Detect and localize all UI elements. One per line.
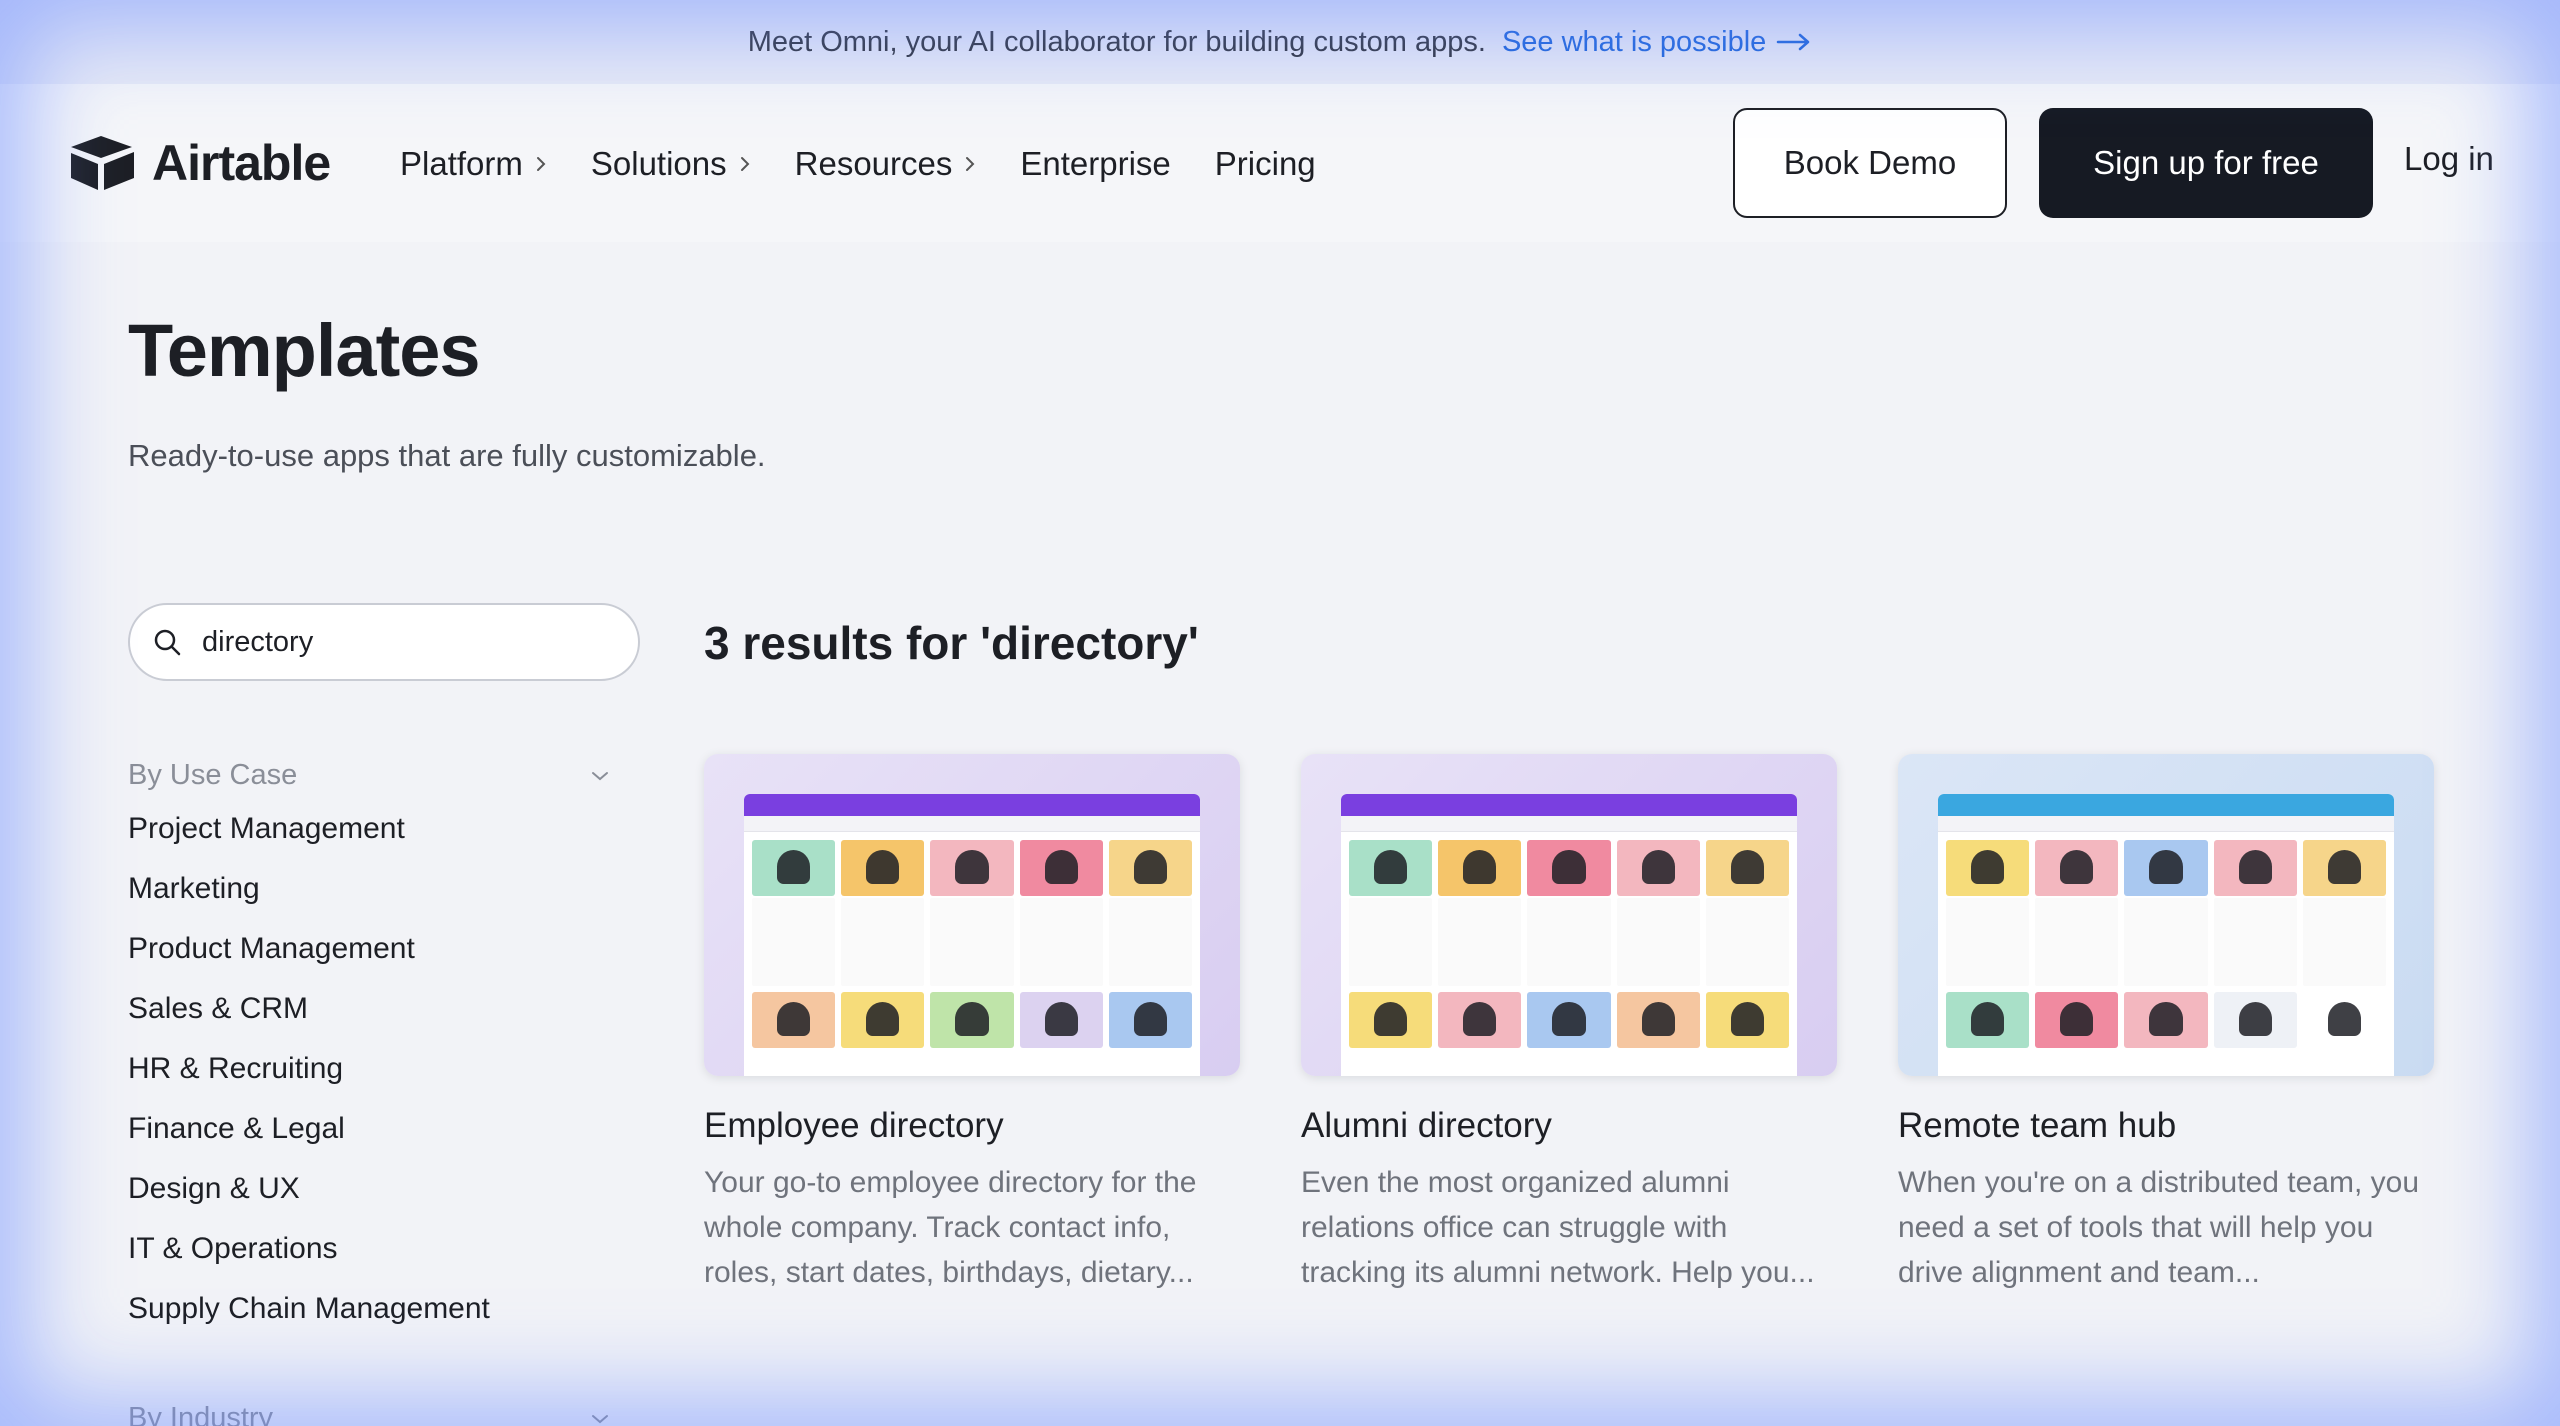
template-thumbnail xyxy=(1301,754,1837,1076)
template-description: When you're on a distributed team, you n… xyxy=(1898,1166,2420,1289)
search-icon xyxy=(154,629,181,656)
banner-link-label: See what is possible xyxy=(1501,25,1767,58)
template-description: Even the most organized alumni relations… xyxy=(1301,1166,1815,1289)
menu-item-resources[interactable]: Resources xyxy=(795,140,977,188)
menu-item-label: Solutions xyxy=(590,145,727,182)
chevron-down-icon xyxy=(592,771,608,780)
use-case-heading: By Use Case xyxy=(128,759,298,791)
banner-link[interactable]: See what is possible xyxy=(1502,26,1812,59)
menu-item-label: Enterprise xyxy=(1020,145,1171,182)
template-search xyxy=(128,603,640,681)
use-case-filter-header[interactable]: By Use Case xyxy=(128,759,610,792)
chevron-down-icon xyxy=(592,1414,608,1423)
use-case-supply-chain[interactable]: Supply Chain Management xyxy=(128,1290,490,1350)
page-subtitle: Ready-to-use apps that are fully customi… xyxy=(128,438,766,473)
announcement-banner: Meet Omni, your AI collaborator for buil… xyxy=(0,0,2560,84)
results-heading: 3 results for 'directory' xyxy=(704,617,1199,669)
template-name: Remote team hub xyxy=(1898,1106,2177,1145)
menu-item-enterprise[interactable]: Enterprise xyxy=(1020,140,1170,188)
menu-item-pricing[interactable]: Pricing xyxy=(1215,140,1316,188)
menu-item-label: Resources xyxy=(794,145,953,182)
sign-up-button[interactable]: Sign up for free xyxy=(2039,108,2373,218)
use-case-list: Project Management Marketing Product Man… xyxy=(128,810,490,1350)
arrow-right-icon xyxy=(1777,33,1810,51)
chevron-right-icon xyxy=(740,157,750,171)
template-name: Alumni directory xyxy=(1301,1106,1552,1145)
menu-item-solutions[interactable]: Solutions xyxy=(591,140,751,188)
page-title: Templates xyxy=(128,309,481,392)
use-case-product-management[interactable]: Product Management xyxy=(128,930,490,990)
use-case-project-management[interactable]: Project Management xyxy=(128,810,490,870)
logo-wordmark: Airtable xyxy=(152,135,331,191)
use-case-finance-legal[interactable]: Finance & Legal xyxy=(128,1110,490,1170)
chevron-right-icon xyxy=(536,157,546,171)
book-demo-button[interactable]: Book Demo xyxy=(1733,108,2007,218)
airtable-logo-icon xyxy=(71,136,134,190)
chevron-right-icon xyxy=(966,157,975,171)
use-case-design-ux[interactable]: Design & UX xyxy=(128,1170,490,1230)
template-card-employee-directory[interactable]: Employee directory Your go-to employee d… xyxy=(704,754,1240,1295)
main-menu: Platform Solutions Resources Enterprise … xyxy=(400,140,1360,188)
menu-item-label: Pricing xyxy=(1214,145,1316,182)
industry-filter-header[interactable]: By Industry xyxy=(128,1402,610,1426)
use-case-marketing[interactable]: Marketing xyxy=(128,870,490,930)
menu-item-label: Platform xyxy=(400,145,523,182)
template-name: Employee directory xyxy=(704,1106,1004,1145)
banner-text: Meet Omni, your AI collaborator for buil… xyxy=(747,25,1486,58)
template-card-alumni-directory[interactable]: Alumni directory Even the most organized… xyxy=(1301,754,1837,1295)
use-case-sales-crm[interactable]: Sales & CRM xyxy=(128,990,490,1050)
use-case-it-operations[interactable]: IT & Operations xyxy=(128,1230,490,1290)
template-preview-screen xyxy=(1938,794,2394,1076)
menu-item-platform[interactable]: Platform xyxy=(400,140,547,188)
template-thumbnail xyxy=(704,754,1240,1076)
log-in-link[interactable]: Log in xyxy=(2404,140,2494,178)
template-card-remote-team-hub[interactable]: Remote team hub When you're on a distrib… xyxy=(1898,754,2434,1295)
use-case-hr-recruiting[interactable]: HR & Recruiting xyxy=(128,1050,490,1110)
template-thumbnail xyxy=(1898,754,2434,1076)
airtable-logo[interactable]: Airtable xyxy=(68,134,331,192)
template-preview-screen xyxy=(1341,794,1797,1076)
search-input[interactable] xyxy=(202,625,622,659)
template-preview-screen xyxy=(744,794,1200,1076)
top-navigation: Airtable Platform Solutions Resources En… xyxy=(0,84,2560,242)
industry-heading: By Industry xyxy=(128,1402,274,1426)
template-description: Your go-to employee directory for the wh… xyxy=(704,1166,1197,1289)
